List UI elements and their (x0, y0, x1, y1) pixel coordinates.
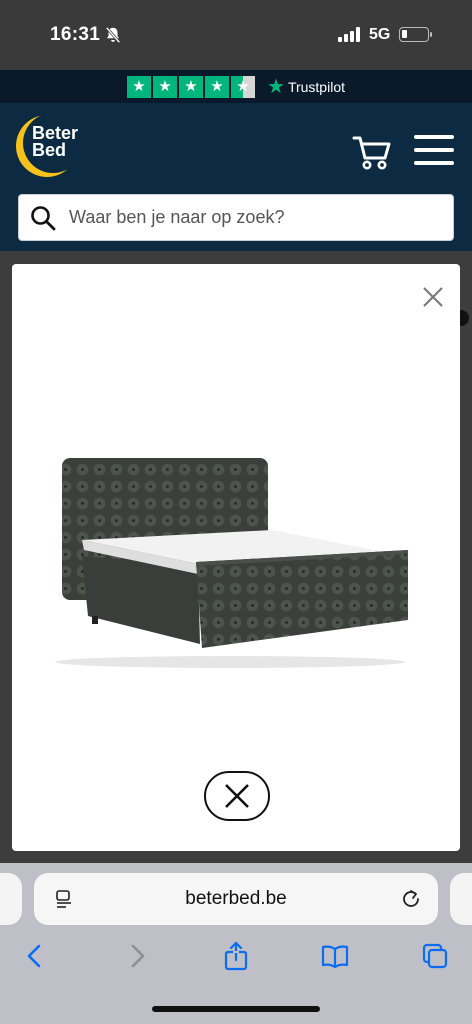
trustpilot-star-icon: ★ (267, 75, 285, 98)
network-type: 5G (369, 26, 391, 43)
bell-slash-icon (105, 26, 121, 44)
beterbed-logo[interactable]: Beter Bed (16, 113, 86, 177)
close-button[interactable] (204, 771, 270, 821)
status-time: 16:31 (50, 24, 101, 45)
next-tab-preview[interactable] (450, 873, 472, 925)
chevron-left-icon[interactable] (20, 941, 50, 971)
product-image-modal (12, 264, 460, 851)
reload-icon[interactable] (400, 888, 422, 910)
trustpilot-rating-stars: ★ ★ ★ ★ ★ (127, 75, 255, 98)
cart-icon[interactable] (352, 133, 392, 171)
trustpilot-bar[interactable]: ★ ★ ★ ★ ★ ★ Trustpilot (0, 70, 472, 103)
close-icon (225, 784, 249, 808)
bed-product-image (55, 458, 408, 668)
trustpilot-label: Trustpilot (287, 78, 345, 95)
previous-tab-preview[interactable] (0, 873, 22, 925)
book-icon[interactable] (320, 941, 350, 971)
site-header: Beter Bed Waar ben je naar op zoek? (0, 103, 472, 251)
home-indicator[interactable] (152, 1006, 320, 1012)
chevron-right-icon[interactable] (122, 941, 152, 971)
half-star-icon: ★ (231, 75, 255, 98)
search-placeholder: Waar ben je naar op zoek? (69, 207, 285, 227)
url-text: beterbed.be (185, 888, 287, 909)
search-icon (31, 205, 56, 230)
search-input[interactable]: Waar ben je naar op zoek? (18, 194, 454, 241)
page-menu-icon[interactable] (54, 889, 74, 909)
share-icon[interactable] (221, 941, 251, 971)
status-bar: 16:31 5G (0, 0, 472, 70)
star-icon: ★ (127, 75, 151, 98)
trustpilot-logo: ★ Trustpilot (267, 77, 345, 97)
star-icon: ★ (205, 75, 229, 98)
battery-icon (399, 27, 432, 42)
browser-toolbar: beterbed.be (0, 863, 472, 1024)
tabs-icon[interactable] (420, 941, 450, 971)
close-icon[interactable] (422, 286, 444, 308)
browser-nav-row (0, 937, 472, 977)
logo-text: Beter Bed (32, 123, 79, 160)
hamburger-menu-icon[interactable] (414, 135, 454, 165)
star-icon: ★ (179, 75, 203, 98)
star-icon: ★ (153, 75, 177, 98)
address-bar[interactable]: beterbed.be (34, 873, 438, 925)
cellular-signal-icon (338, 27, 360, 42)
